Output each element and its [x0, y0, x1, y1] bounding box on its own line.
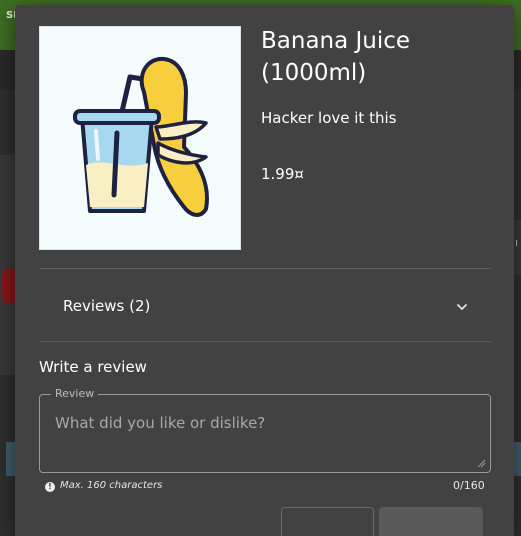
product-name: Banana Juice (1000ml) — [261, 28, 411, 86]
banana-juice-illustration — [73, 56, 209, 217]
resize-grip-icon[interactable] — [476, 458, 486, 468]
review-input[interactable] — [41, 396, 489, 471]
submit-button[interactable] — [379, 507, 483, 536]
chevron-down-icon[interactable] — [457, 302, 467, 312]
product-description: Hacker love it this — [261, 109, 397, 127]
product-price: 1.99¤ — [261, 165, 304, 183]
close-button[interactable] — [281, 507, 374, 536]
product-details-dialog: Banana Juice (1000ml) Hacker love it thi… — [15, 5, 514, 536]
character-counter: 0/160 — [453, 479, 485, 492]
product-image — [39, 26, 241, 250]
review-field: Review — [39, 387, 491, 473]
reviews-expansion-panel[interactable]: Reviews (2) — [39, 269, 491, 341]
review-hint-text: Max. 160 characters — [60, 480, 163, 491]
divider — [39, 341, 491, 342]
write-review-heading: Write a review — [39, 358, 147, 376]
reviews-title: Reviews (2) — [63, 297, 151, 315]
background-scroll-indicator: ı — [515, 236, 519, 249]
info-icon: ! — [45, 482, 55, 492]
review-hint: ! Max. 160 characters — [45, 480, 162, 492]
background-product-card-left — [0, 155, 15, 375]
